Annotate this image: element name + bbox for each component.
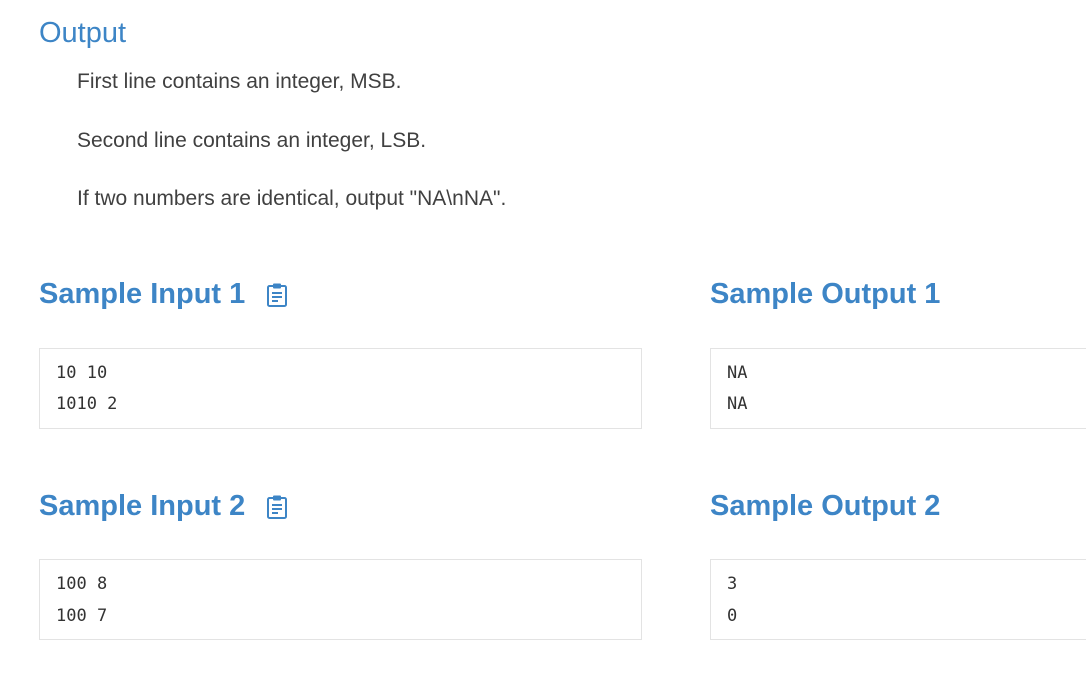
output-heading: Output xyxy=(39,17,127,49)
sample-output-2-box: 3 0 xyxy=(710,559,1086,640)
sample-input-1-title: Sample Input 1 xyxy=(39,278,246,310)
sample-output-2-heading: Sample Output 2 xyxy=(710,490,941,522)
output-paragraph-3: If two numbers are identical, output "NA… xyxy=(77,187,507,210)
clipboard-icon[interactable] xyxy=(265,282,289,308)
output-paragraph-2: Second line contains an integer, LSB. xyxy=(77,129,427,152)
sample-input-1-line-1: 10 10 xyxy=(56,363,108,383)
sample-input-2-line-1: 100 8 xyxy=(56,574,108,594)
sample-input-1-box: 10 10 1010 2 xyxy=(39,348,642,429)
sample-output-1-line-1: NA xyxy=(727,363,748,383)
sample-output-2-line-2: 0 xyxy=(727,606,738,626)
sample-input-2-title: Sample Input 2 xyxy=(39,490,246,522)
sample-output-1-box: NA NA xyxy=(710,348,1086,429)
sample-output-1-heading: Sample Output 1 xyxy=(710,278,941,310)
sample-output-2-line-1: 3 xyxy=(727,574,738,594)
sample-input-1-heading: Sample Input 1 xyxy=(39,280,289,309)
sample-output-1-line-2: NA xyxy=(727,394,748,414)
sample-input-2-heading: Sample Input 2 xyxy=(39,492,289,521)
sample-input-2-line-2: 100 7 xyxy=(56,606,108,626)
clipboard-icon[interactable] xyxy=(265,494,289,520)
sample-input-2-box: 100 8 100 7 xyxy=(39,559,642,640)
sample-input-1-line-2: 1010 2 xyxy=(56,394,118,414)
output-paragraph-1: First line contains an integer, MSB. xyxy=(77,70,402,93)
